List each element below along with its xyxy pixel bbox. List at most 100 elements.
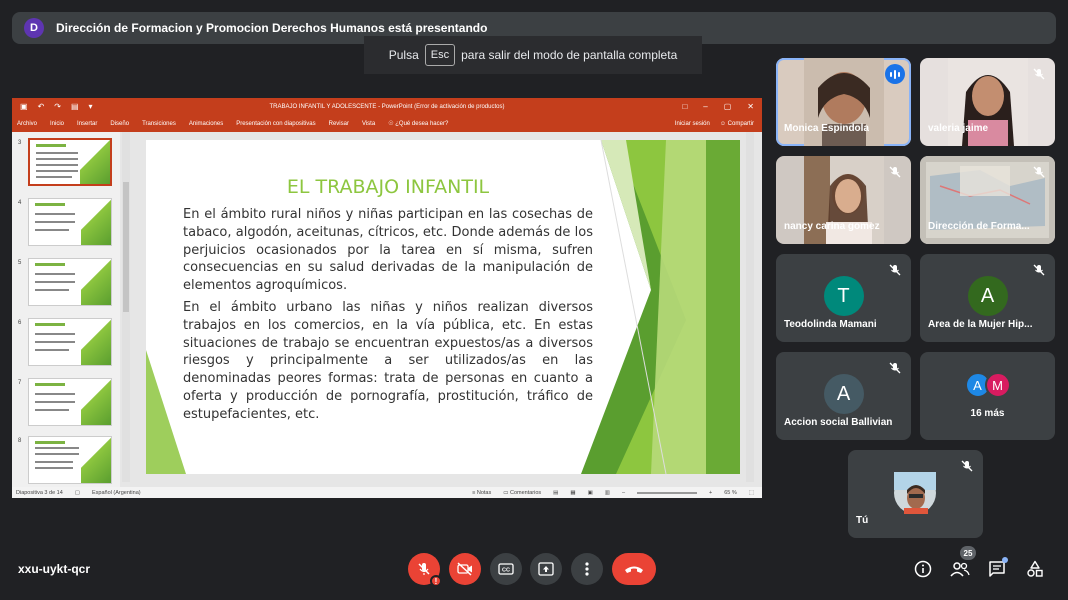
slide-editing-area: EL TRABAJO INFANTIL En el ámbito rural n… bbox=[132, 132, 754, 487]
signin-link[interactable]: Iniciar sesión bbox=[675, 121, 710, 127]
participant-avatar: A bbox=[967, 276, 1008, 316]
participant-name: nancy carina gomez bbox=[784, 221, 880, 232]
notes-icon: ≡ bbox=[472, 489, 476, 496]
activities-shapes-icon bbox=[1027, 560, 1043, 577]
highlight-rural: ámbito rural bbox=[220, 207, 302, 222]
captions-button[interactable]: CC bbox=[490, 553, 522, 585]
comments-icon: ▭ bbox=[503, 489, 509, 496]
reading-view-icon[interactable]: ▣ bbox=[588, 490, 593, 496]
notes-button[interactable]: ≡ Notas bbox=[472, 490, 491, 496]
mic-warning-icon: ! bbox=[430, 575, 442, 587]
participant-tile[interactable]: nancy carina gomez bbox=[776, 156, 911, 244]
paragraph-rural: En el ámbito rural niños y niñas partici… bbox=[183, 207, 594, 294]
zoom-out-icon[interactable]: – bbox=[622, 490, 625, 496]
comments-button[interactable]: ▭ Comentarios bbox=[503, 490, 541, 496]
mic-off-icon bbox=[418, 563, 430, 575]
leave-call-button[interactable] bbox=[612, 553, 656, 585]
more-participants-label: 16 más bbox=[970, 408, 1005, 419]
participant-tile[interactable]: Dirección de Forma... bbox=[920, 156, 1055, 244]
zoom-level[interactable]: 65 % bbox=[724, 490, 737, 496]
camera-off-icon bbox=[457, 562, 472, 576]
slide-thumbnail[interactable]: 4 bbox=[16, 198, 112, 248]
meeting-details-button[interactable] bbox=[912, 558, 934, 580]
shared-screen: ▣ ↶ ↷ ▤ ▾ TRABAJO INFANTIL Y ADOLESCENTE… bbox=[12, 98, 762, 498]
share-label: Compartir bbox=[727, 120, 754, 127]
share-button[interactable]: ☺ Compartir bbox=[720, 121, 754, 127]
present-now-button[interactable] bbox=[530, 553, 562, 585]
activities-button[interactable] bbox=[1024, 558, 1046, 580]
normal-view-icon[interactable]: ▤ bbox=[553, 490, 558, 496]
self-tile[interactable]: Tú bbox=[848, 450, 983, 538]
thumbnail-number: 3 bbox=[18, 140, 22, 146]
more-participants-tile[interactable]: A M 16 más bbox=[920, 352, 1055, 440]
participant-tile[interactable]: A Accion social Ballivian bbox=[776, 352, 911, 440]
slide-thumbnail[interactable]: 8 bbox=[16, 436, 112, 486]
mic-off-icon bbox=[887, 262, 903, 278]
tell-me-search[interactable]: ☉ ¿Qué desea hacer? bbox=[388, 120, 448, 127]
paragraph-urbano: En el ámbito urbano las niñas y niños re… bbox=[183, 299, 594, 422]
close-icon[interactable]: ✕ bbox=[747, 102, 754, 111]
tab-animaciones[interactable]: Animaciones bbox=[189, 121, 223, 127]
highlight-peores-formas: peores formas bbox=[277, 371, 374, 387]
participant-tile[interactable]: A Area de la Mujer Hip... bbox=[920, 254, 1055, 342]
current-slide[interactable]: EL TRABAJO INFANTIL En el ámbito rural n… bbox=[146, 140, 740, 474]
esc-key: Esc bbox=[424, 44, 456, 66]
participant-tile[interactable]: T Teodolinda Mamani bbox=[776, 254, 911, 342]
slideshow-view-icon[interactable]: ▥ bbox=[605, 490, 610, 496]
participant-avatar: T bbox=[823, 276, 864, 316]
lightbulb-icon: ☉ bbox=[388, 121, 394, 127]
tab-revisar[interactable]: Revisar bbox=[329, 121, 349, 127]
participant-avatar: M bbox=[984, 372, 1011, 398]
tab-diseno[interactable]: Diseño bbox=[110, 121, 129, 127]
slide-thumbnails-pane: 3 4 5 6 7 8 bbox=[12, 132, 120, 487]
info-icon bbox=[914, 560, 932, 578]
maximize-icon[interactable]: ▢ bbox=[724, 102, 732, 111]
language-indicator[interactable]: Español (Argentina) bbox=[92, 490, 141, 496]
thumbnails-scrollbar[interactable] bbox=[122, 132, 130, 482]
mic-off-icon bbox=[1031, 164, 1047, 180]
participant-name: Accion social Ballivian bbox=[784, 417, 893, 428]
tell-me-label: ¿Qué desea hacer? bbox=[395, 121, 449, 127]
ppt-ribbon-tabs: Archivo Inicio Insertar Diseño Transicio… bbox=[12, 115, 762, 132]
sorter-view-icon[interactable]: ▦ bbox=[570, 490, 575, 496]
thumbnail-number: 6 bbox=[18, 320, 22, 326]
show-everyone-button[interactable] bbox=[949, 558, 971, 580]
thumbnail-number: 7 bbox=[18, 380, 22, 386]
zoom-slider[interactable] bbox=[637, 491, 698, 494]
toggle-mic-button[interactable]: ! bbox=[408, 553, 442, 587]
tab-insertar[interactable]: Insertar bbox=[77, 121, 97, 127]
participant-tile[interactable]: Monica Espindola bbox=[776, 58, 911, 146]
participant-name: valeria jaime bbox=[928, 123, 989, 134]
slide-counter: Diapositiva 3 de 14 bbox=[16, 489, 63, 496]
slide-thumbnail[interactable]: 3 bbox=[16, 138, 112, 188]
mic-off-icon bbox=[1031, 66, 1047, 82]
zoom-in-icon[interactable]: + bbox=[709, 490, 712, 496]
more-vert-icon bbox=[585, 562, 589, 576]
slide-thumbnail[interactable]: 6 bbox=[16, 318, 112, 368]
hint-suffix: para salir del modo de pantalla completa bbox=[461, 48, 678, 62]
tab-transiciones[interactable]: Transiciones bbox=[142, 121, 176, 127]
participant-tile[interactable]: valeria jaime bbox=[920, 58, 1055, 146]
participant-avatar: A bbox=[823, 374, 864, 414]
more-options-button[interactable] bbox=[571, 553, 603, 585]
tab-presentacion[interactable]: Presentación con diapositivas bbox=[236, 121, 315, 127]
slide-thumbnail[interactable]: 5 bbox=[16, 258, 112, 308]
mic-off-icon bbox=[887, 164, 903, 180]
ppt-title-bar: ▣ ↶ ↷ ▤ ▾ TRABAJO INFANTIL Y ADOLESCENTE… bbox=[12, 98, 762, 115]
self-avatar bbox=[894, 472, 936, 514]
slide-scrollbar[interactable] bbox=[746, 132, 754, 482]
tab-archivo[interactable]: Archivo bbox=[17, 121, 37, 127]
toggle-camera-button[interactable] bbox=[449, 553, 481, 585]
minimize-icon[interactable]: – bbox=[703, 102, 707, 111]
ribbon-options-icon[interactable]: □ bbox=[682, 102, 687, 111]
participant-name: Area de la Mujer Hip... bbox=[928, 319, 1033, 330]
fit-slide-icon[interactable]: ⬚ bbox=[749, 490, 754, 496]
tab-vista[interactable]: Vista bbox=[362, 121, 375, 127]
tab-inicio[interactable]: Inicio bbox=[50, 121, 64, 127]
spellcheck-icon[interactable]: ▢ bbox=[75, 490, 80, 496]
thumbnail-number: 5 bbox=[18, 260, 22, 266]
participant-name: Dirección de Forma... bbox=[928, 221, 1030, 232]
present-screen-icon bbox=[538, 562, 554, 576]
thumbnail-number: 4 bbox=[18, 200, 22, 206]
slide-thumbnail[interactable]: 7 bbox=[16, 378, 112, 428]
